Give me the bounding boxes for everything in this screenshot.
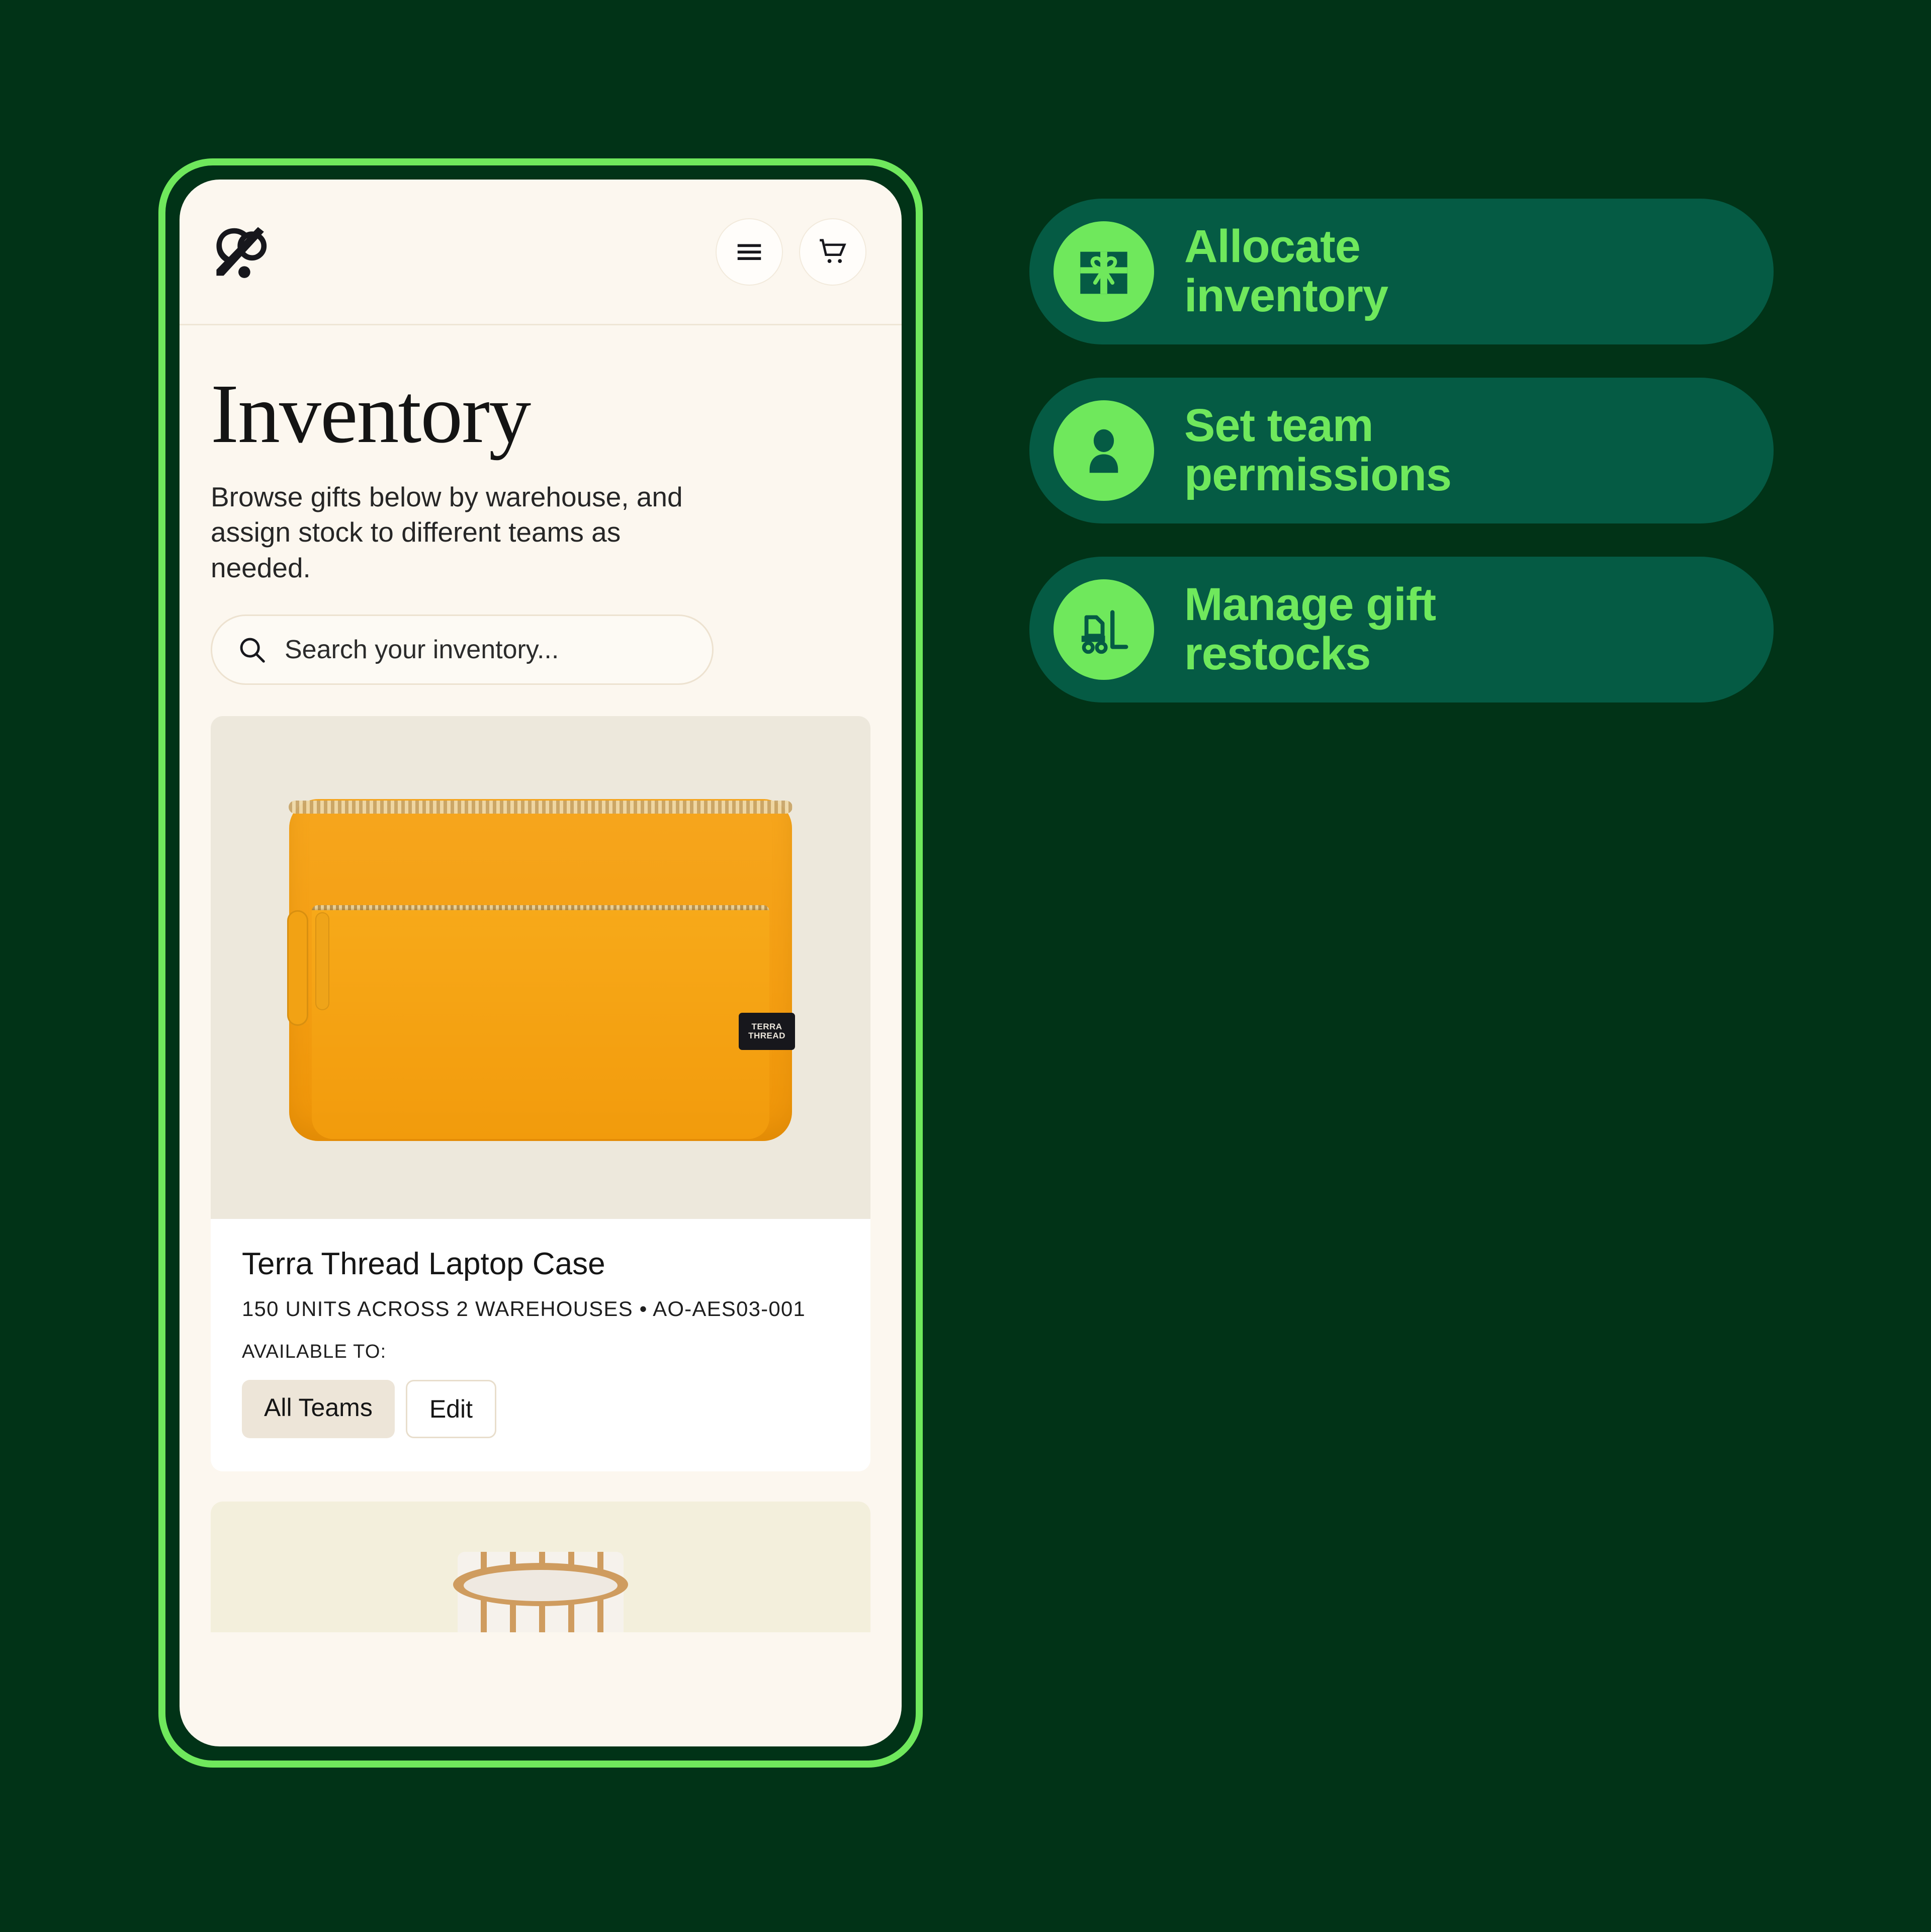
phone-mockup: Inventory Browse gifts below by warehous… bbox=[158, 158, 923, 1768]
logo-mark[interactable] bbox=[211, 222, 272, 282]
page-body: Inventory Browse gifts below by warehous… bbox=[180, 372, 902, 685]
feature-pill-manage-gift-restocks[interactable]: Manage gift restocks bbox=[1029, 557, 1774, 702]
search-input[interactable]: Search your inventory... bbox=[211, 614, 714, 685]
feature-label: Set team permissions bbox=[1184, 400, 1452, 500]
product-card[interactable]: TERRA THREAD Terra Thread Laptop Case 15… bbox=[211, 716, 870, 1472]
page-subtitle: Browse gifts below by warehouse, and ass… bbox=[211, 481, 683, 583]
gift-box-icon-badge bbox=[1054, 221, 1154, 322]
feature-pill-set-team-permissions[interactable]: Set team permissions bbox=[1029, 378, 1774, 523]
team-chips: All Teams Edit bbox=[242, 1380, 839, 1439]
forklift-icon bbox=[1081, 610, 1128, 654]
feature-label-line1: Set team bbox=[1184, 400, 1373, 452]
feature-label: Manage gift restocks bbox=[1184, 580, 1436, 678]
app-header bbox=[180, 180, 902, 325]
gift-box-icon bbox=[1080, 251, 1127, 294]
feature-label-line1: Allocate bbox=[1184, 221, 1361, 273]
feature-label-line2: permissions bbox=[1184, 449, 1452, 500]
phone-screen: Inventory Browse gifts below by warehous… bbox=[180, 180, 902, 1746]
search-icon bbox=[240, 638, 265, 663]
page-title: Inventory bbox=[211, 367, 531, 461]
feature-label-line2: inventory bbox=[1184, 270, 1388, 321]
cart-button[interactable] bbox=[799, 218, 866, 286]
feature-pill-allocate-inventory[interactable]: Allocate inventory bbox=[1029, 199, 1774, 344]
brand-tag: TERRA THREAD bbox=[739, 1013, 795, 1050]
product-card-partial[interactable] bbox=[211, 1502, 870, 1633]
product-info: Terra Thread Laptop Case 150 UNITS ACROS… bbox=[211, 1219, 870, 1471]
user-person-icon bbox=[1089, 429, 1118, 473]
product-meta: 150 UNITS ACROSS 2 WAREHOUSES • AO-AES03… bbox=[242, 1297, 806, 1321]
available-to-label: AVAILABLE TO: bbox=[242, 1341, 387, 1363]
shopping-cart-icon bbox=[820, 238, 846, 263]
forklift-icon-badge bbox=[1054, 579, 1154, 680]
product-name: Terra Thread Laptop Case bbox=[242, 1247, 605, 1282]
user-person-icon-badge bbox=[1054, 400, 1154, 501]
search-placeholder: Search your inventory... bbox=[285, 635, 559, 665]
chip-all-teams[interactable]: All Teams bbox=[242, 1380, 395, 1439]
menu-button[interactable] bbox=[716, 218, 783, 286]
feature-label-line1: Manage gift bbox=[1184, 579, 1436, 631]
feature-label: Allocate inventory bbox=[1184, 222, 1388, 320]
product-image-laptop-case: TERRA THREAD bbox=[211, 716, 870, 1219]
chip-edit[interactable]: Edit bbox=[405, 1380, 496, 1439]
mug-rim-inner bbox=[464, 1570, 618, 1602]
header-actions bbox=[716, 218, 866, 286]
feature-label-line2: restocks bbox=[1184, 628, 1371, 679]
hamburger-icon bbox=[737, 244, 761, 260]
feature-list: Allocate inventory Set team permissions bbox=[1029, 199, 1774, 702]
